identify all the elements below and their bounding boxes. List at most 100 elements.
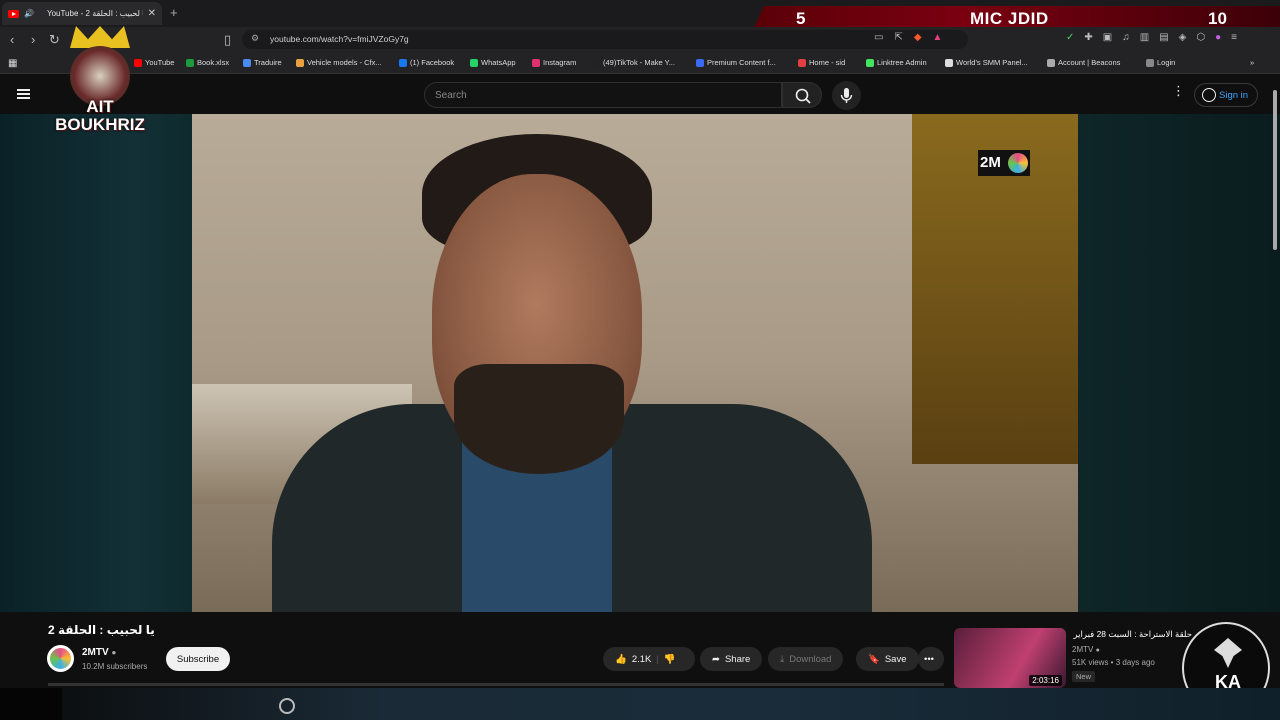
new-tab-button[interactable]: + xyxy=(170,5,178,20)
sidebar-icon[interactable]: ▥ xyxy=(1140,32,1149,43)
channel-name-text: 2MTV xyxy=(82,647,109,658)
more-icon: ••• xyxy=(924,653,934,665)
share-label: Share xyxy=(724,653,751,665)
mic-icon xyxy=(840,88,853,103)
puzzle-icon[interactable]: ✚ xyxy=(1084,32,1092,43)
recommendation-channel[interactable]: 2MTV ● xyxy=(1072,645,1100,654)
bookmark-item[interactable]: Linktree Admin xyxy=(866,58,927,67)
person-beard xyxy=(454,364,624,474)
bookmark-item[interactable]: Account | Beacons xyxy=(1047,58,1120,67)
bookmark-label: Book.xlsx xyxy=(197,58,230,67)
new-badge: New xyxy=(1072,671,1096,682)
verified-icon: ● xyxy=(111,648,117,657)
browser-toolbar: ‹ › ↻ ▯ ⚙ youtube.com/watch?v=fmiJVZoGy7… xyxy=(0,27,1280,52)
browser-tab[interactable]: 🔊 YouTube - يا لحبيب : الحلقة 2 ✕ xyxy=(2,2,162,25)
browser-taskbar-icon[interactable] xyxy=(279,698,295,714)
search-icon xyxy=(795,88,811,104)
bookmark-label: Instagram xyxy=(543,58,577,67)
wallet-icon[interactable]: ▤ xyxy=(1159,32,1168,43)
bookmark-favicon-icon xyxy=(1146,58,1154,67)
recommendation-title[interactable]: حلقة الاستراحة : السبت 28 فبراير 2026 xyxy=(1072,629,1192,640)
vpn-icon[interactable]: ◈ xyxy=(1179,32,1187,43)
bookmarks-bar: ▦ YouTube Book.xlsx Traduire Vehicle models… xyxy=(0,52,1280,74)
channel-name[interactable]: 2MTV ● xyxy=(82,647,116,658)
video-title: يا لحبيب : الحلقة 2 xyxy=(48,623,155,637)
bookmark-item[interactable]: Vehicle models - Cfx... xyxy=(296,58,382,67)
like-count[interactable]: 2.1K xyxy=(632,654,652,665)
bookmark-item[interactable]: Book.xlsx xyxy=(186,58,229,67)
bookmark-label: WhatsApp xyxy=(481,58,516,67)
site-info-icon[interactable]: ⚙ xyxy=(251,33,259,44)
url-text: youtube.com/watch?v=fmiJVZoGy7g xyxy=(270,34,409,44)
extensions-area: ✓ ✚ ▣ ♫ ▥ ▤ ◈ ⬡ ● ≡ xyxy=(1066,32,1237,43)
voice-search-button[interactable] xyxy=(832,81,861,110)
bookmark-item[interactable]: Traduire xyxy=(243,58,282,67)
bookmark-favicon-icon xyxy=(186,58,194,67)
bookmark-item[interactable]: (49)TikTok - Make Y... xyxy=(592,58,675,67)
menu-icon[interactable]: ≡ xyxy=(1231,32,1237,43)
forward-icon[interactable]: › xyxy=(31,32,35,47)
recommendation-thumbnail[interactable]: 2:03:16 xyxy=(954,628,1066,688)
music-icon[interactable]: ♫ xyxy=(1122,32,1130,43)
bookmark-item[interactable]: Home - sid xyxy=(798,58,845,67)
account-icon xyxy=(1202,88,1216,102)
bookmark-item[interactable]: World's SMM Panel... xyxy=(945,58,1028,67)
bookmark-item[interactable]: WhatsApp xyxy=(470,58,516,67)
save-icon: 🔖 xyxy=(868,653,880,665)
bookmark-item[interactable]: Login xyxy=(1146,58,1175,67)
profile-icon[interactable]: ● xyxy=(1215,32,1221,43)
bookmark-item[interactable]: Instagram xyxy=(532,58,576,67)
crown-icon xyxy=(70,26,130,48)
sign-in-button[interactable]: Sign in xyxy=(1194,83,1258,107)
apps-grid-icon[interactable]: ▦ xyxy=(8,58,17,69)
bookmark-item[interactable]: (1) Facebook xyxy=(399,58,454,67)
bookmark-favicon-icon xyxy=(1047,58,1055,67)
video-player[interactable] xyxy=(0,114,1280,612)
search-button[interactable] xyxy=(782,82,822,108)
like-icon[interactable]: 👍 xyxy=(615,654,627,665)
tab-title: YouTube - يا لحبيب : الحلقة 2 xyxy=(46,9,143,18)
rewards-icon[interactable]: ▲ xyxy=(933,32,943,43)
bookmark-label: Premium Content f... xyxy=(707,58,776,67)
more-actions-button[interactable]: ••• xyxy=(918,647,944,671)
bookmark-item[interactable]: Premium Content f... xyxy=(696,58,776,67)
bookmark-favicon-icon xyxy=(532,58,540,67)
ambient-right xyxy=(1078,114,1280,612)
save-button[interactable]: 🔖 Save xyxy=(856,647,919,671)
settings-kebab-icon[interactable]: ⋮ xyxy=(1172,84,1185,97)
share-button[interactable]: ➦ Share xyxy=(700,647,763,671)
os-taskbar xyxy=(0,688,1280,720)
channel-avatar[interactable] xyxy=(47,645,74,672)
shield-icon[interactable]: ⬡ xyxy=(1196,32,1205,43)
guide-menu-icon[interactable] xyxy=(17,89,30,99)
like-divider: | xyxy=(656,653,659,665)
bookmark-label: Traduire xyxy=(254,58,282,67)
bookmarks-overflow-icon[interactable]: » xyxy=(1250,58,1254,67)
bookmark-icon[interactable]: ▯ xyxy=(224,32,231,48)
audio-icon[interactable]: 🔊 xyxy=(24,9,34,18)
recommendation-meta: 51K views • 3 days ago xyxy=(1072,658,1155,667)
ambient-left xyxy=(0,114,192,612)
bookmark-favicon-icon xyxy=(470,58,478,67)
screenshot-icon[interactable]: ▣ xyxy=(1103,32,1112,43)
download-button[interactable]: ⤓ Download xyxy=(768,647,844,671)
bookmark-label: Login xyxy=(1157,58,1176,67)
share-page-icon[interactable]: ⇱ xyxy=(894,32,902,43)
address-bar[interactable]: ⚙ youtube.com/watch?v=fmiJVZoGy7g xyxy=(242,30,968,49)
search-input[interactable]: Search xyxy=(424,82,782,108)
dislike-icon[interactable]: 👎 xyxy=(664,654,676,665)
close-tab-icon[interactable]: ✕ xyxy=(148,8,156,19)
bookmark-favicon-icon xyxy=(866,58,874,67)
bookmark-label: Linktree Admin xyxy=(877,58,927,67)
back-icon[interactable]: ‹ xyxy=(10,32,14,47)
page-scrollbar[interactable] xyxy=(1273,90,1277,250)
logo-text-line-2: BOUKHRIZ xyxy=(55,115,145,134)
bookmark-label: (1) Facebook xyxy=(410,58,455,67)
bookmark-label: World's SMM Panel... xyxy=(956,58,1028,67)
cast-icon[interactable]: ▭ xyxy=(874,32,883,43)
brave-shield-icon[interactable]: ◆ xyxy=(914,32,922,43)
bookmark-favicon-icon xyxy=(592,58,600,67)
extension-icon[interactable]: ✓ xyxy=(1066,32,1074,43)
subscribe-button[interactable]: Subscribe xyxy=(166,647,230,671)
overlay-title: MIC JDID xyxy=(970,9,1049,28)
